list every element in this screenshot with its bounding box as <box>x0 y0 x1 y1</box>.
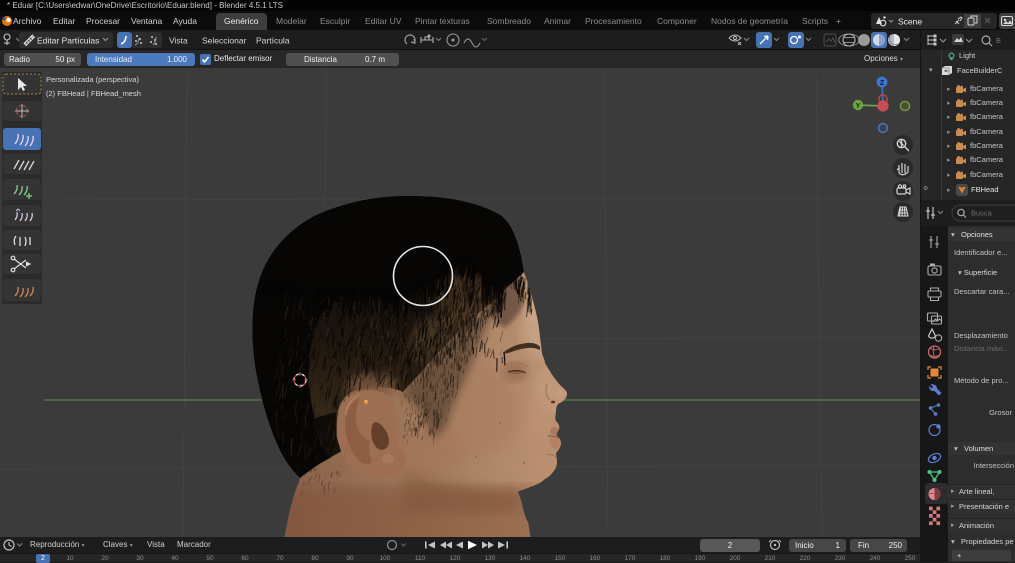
svg-text:Editar Partículas: Editar Partículas <box>37 36 99 46</box>
svg-text:Vista: Vista <box>169 36 188 46</box>
svg-text:Partícula: Partícula <box>256 36 290 46</box>
svg-text:Busca: Busca <box>971 209 993 218</box>
svg-text:B: B <box>996 36 1001 45</box>
svg-text:Personalizada (perspectiva): Personalizada (perspectiva) <box>46 75 139 84</box>
svg-text:Z: Z <box>880 80 885 87</box>
svg-text:(2) FBHead | FBHead_mesh: (2) FBHead | FBHead_mesh <box>46 89 141 98</box>
svg-text:Y: Y <box>856 103 861 110</box>
svg-text:Seleccionar: Seleccionar <box>202 36 247 46</box>
svg-text:Scene: Scene <box>898 16 922 26</box>
